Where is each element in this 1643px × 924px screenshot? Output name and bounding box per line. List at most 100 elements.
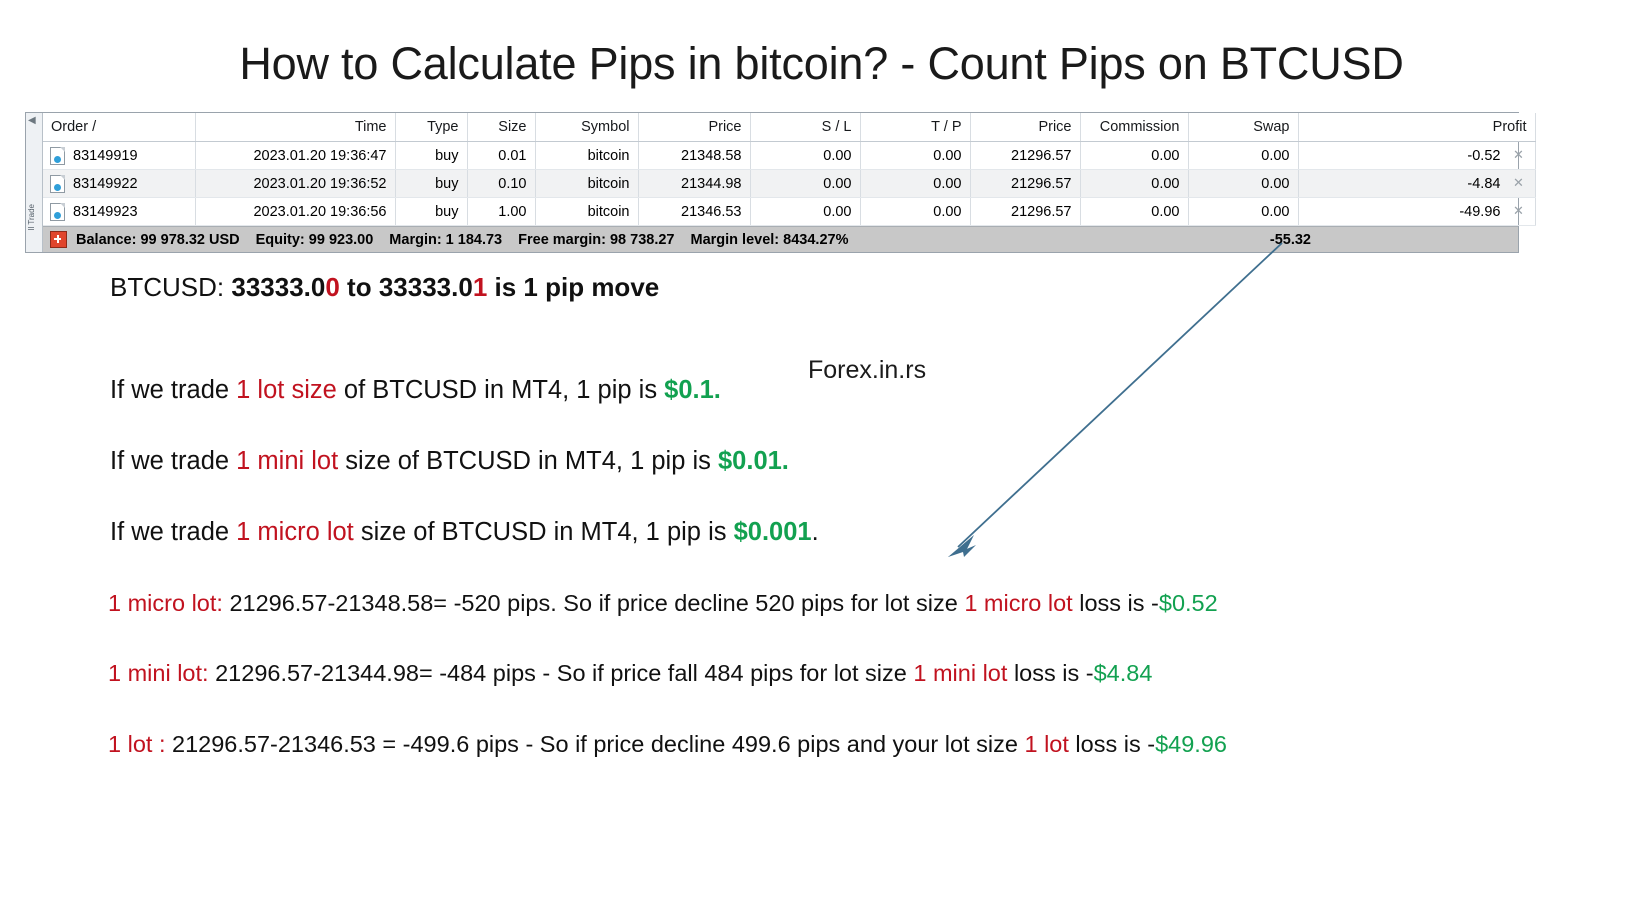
table-row[interactable]: 83149919 2023.01.20 19:36:47 buy 0.01 bi…	[43, 141, 1536, 170]
profit-value: -0.52	[1467, 148, 1501, 164]
column-header-type[interactable]: Type	[395, 113, 468, 142]
column-header-order[interactable]: Order /	[43, 113, 196, 142]
order-document-icon	[50, 203, 65, 221]
column-header-sl[interactable]: S / L	[750, 113, 861, 142]
pip-value-amount: $0.01.	[718, 447, 789, 475]
cell-close-price: 21296.57	[970, 169, 1081, 198]
calc-tail: loss is -	[1075, 731, 1156, 757]
lot-statement-middle: size of BTCUSD in MT4, 1 pip is	[360, 518, 727, 546]
pip-move-statement: BTCUSD: 33333.00 to 33333.01 is 1 pip mo…	[110, 272, 659, 303]
table-row[interactable]: 83149923 2023.01.20 19:36:56 buy 1.00 bi…	[43, 197, 1536, 226]
pip-move-to-last-digit: 1	[472, 272, 488, 302]
cell-commission: 0.00	[1080, 169, 1189, 198]
cell-close-price: 21296.57	[970, 141, 1081, 170]
lot-statement-micro: If we trade 1 micro lot size of BTCUSD i…	[110, 518, 819, 547]
close-x-icon[interactable]: ✕	[1511, 203, 1527, 219]
cell-size: 1.00	[467, 197, 536, 226]
calc-tail: loss is -	[1079, 590, 1159, 616]
lot-statement-mini: If we trade 1 mini lot size of BTCUSD in…	[110, 447, 789, 476]
calc-lot-label-inline: 1 mini lot	[913, 660, 1008, 686]
cell-swap: 0.00	[1188, 141, 1299, 170]
margin-value: Margin: 1 184.73	[389, 231, 503, 248]
cell-swap: 0.00	[1188, 197, 1299, 226]
calculation-line-standard-lot: 1 lot : 21296.57-21346.53 = -499.6 pips …	[108, 731, 1227, 758]
column-header-time[interactable]: Time	[195, 113, 396, 142]
pip-move-mid: to	[347, 272, 372, 302]
calculation-line-mini-lot: 1 mini lot: 21296.57-21344.98= -484 pips…	[108, 660, 1152, 687]
account-balance-bar: Balance: 99 978.32 USD Equity: 99 923.00…	[43, 226, 1518, 252]
pip-move-from-last-digit: 0	[325, 272, 340, 302]
calc-lot-label: 1 mini lot:	[108, 660, 209, 686]
cell-swap: 0.00	[1188, 169, 1299, 198]
pip-value-amount: $0.001	[733, 518, 812, 546]
page-title: How to Calculate Pips in bitcoin? - Coun…	[239, 38, 1404, 89]
cell-order: 83149919	[43, 141, 196, 170]
cell-order: 83149923	[43, 197, 196, 226]
lot-statement-full: If we trade 1 lot size of BTCUSD in MT4,…	[110, 376, 721, 405]
free-margin-value: Free margin: 98 738.27	[518, 231, 675, 248]
lot-statement-tail: .	[811, 518, 819, 546]
cell-type: buy	[395, 197, 468, 226]
total-profit-value: -55.32	[1269, 231, 1311, 248]
lot-statement-prefix: If we trade	[110, 447, 230, 475]
order-document-icon	[50, 147, 65, 165]
cell-open-price: 21344.98	[638, 169, 751, 198]
profit-value: -49.96	[1459, 204, 1501, 220]
cell-symbol: bitcoin	[535, 141, 639, 170]
cell-time: 2023.01.20 19:36:52	[195, 169, 396, 198]
order-id: 83149922	[73, 175, 138, 192]
column-header-size[interactable]: Size	[467, 113, 536, 142]
equity-value: Equity: 99 923.00	[255, 231, 374, 248]
close-x-icon[interactable]: ✕	[1511, 175, 1527, 191]
margin-level-value: Margin level: 8434.27%	[690, 231, 849, 248]
lot-statement-middle: of BTCUSD in MT4, 1 pip is	[343, 376, 658, 404]
pip-move-to-base: 33333.0	[378, 272, 473, 302]
lot-statement-prefix: If we trade	[110, 518, 230, 546]
calc-body: 21296.57-21348.58= -520 pips. So if pric…	[229, 590, 958, 616]
column-header-swap[interactable]: Swap	[1188, 113, 1299, 142]
order-id: 83149923	[73, 203, 138, 220]
calc-lot-label-inline: 1 lot	[1024, 731, 1069, 757]
rail-caret-icon: ◀	[28, 115, 36, 126]
table-header-row: Order / Time Type Size Symbol Price S / …	[43, 113, 1536, 142]
calc-tail: loss is -	[1013, 660, 1094, 686]
pip-value-amount: $0.1.	[664, 376, 721, 404]
calculation-line-micro-lot: 1 micro lot: 21296.57-21348.58= -520 pip…	[108, 590, 1218, 617]
column-header-open-price[interactable]: Price	[638, 113, 751, 142]
pip-move-suffix: is 1 pip move	[494, 272, 660, 302]
lot-size-highlight: 1 lot size	[236, 376, 337, 404]
cell-time: 2023.01.20 19:36:56	[195, 197, 396, 226]
calc-lot-label: 1 lot :	[108, 731, 166, 757]
cell-tp: 0.00	[860, 141, 971, 170]
cell-tp: 0.00	[860, 169, 971, 198]
order-id: 83149919	[73, 147, 138, 164]
expand-plus-icon[interactable]	[50, 231, 67, 248]
cell-open-price: 21346.53	[638, 197, 751, 226]
lot-size-highlight: 1 micro lot	[236, 518, 354, 546]
terminal-side-rail: ◀ ll Trade	[26, 113, 43, 252]
column-header-commission[interactable]: Commission	[1080, 113, 1189, 142]
cell-type: buy	[395, 169, 468, 198]
table-row[interactable]: 83149922 2023.01.20 19:36:52 buy 0.10 bi…	[43, 169, 1536, 198]
pip-move-from-base: 33333.0	[231, 272, 326, 302]
cell-sl: 0.00	[750, 141, 861, 170]
column-header-tp[interactable]: T / P	[860, 113, 971, 142]
cell-commission: 0.00	[1080, 141, 1189, 170]
cell-type: buy	[395, 141, 468, 170]
lot-statement-prefix: If we trade	[110, 376, 230, 404]
column-header-profit[interactable]: Profit	[1298, 113, 1536, 142]
cell-size: 0.10	[467, 169, 536, 198]
calc-body: 21296.57-21346.53 = -499.6 pips - So if …	[172, 731, 1018, 757]
cell-size: 0.01	[467, 141, 536, 170]
pip-move-label: BTCUSD:	[110, 272, 225, 302]
calc-lot-label: 1 micro lot:	[108, 590, 223, 616]
mt4-terminal-panel: ◀ ll Trade Order / Time Type Size Symbol	[25, 112, 1536, 253]
lot-size-highlight: 1 mini lot	[236, 447, 339, 475]
calc-loss-amount: $0.52	[1158, 590, 1218, 616]
calc-loss-amount: $4.84	[1093, 660, 1153, 686]
lot-statement-middle: size of BTCUSD in MT4, 1 pip is	[345, 447, 711, 475]
cell-profit: -49.96 ✕	[1298, 197, 1536, 226]
column-header-close-price[interactable]: Price	[970, 113, 1081, 142]
column-header-symbol[interactable]: Symbol	[535, 113, 639, 142]
close-x-icon[interactable]: ✕	[1511, 147, 1527, 163]
